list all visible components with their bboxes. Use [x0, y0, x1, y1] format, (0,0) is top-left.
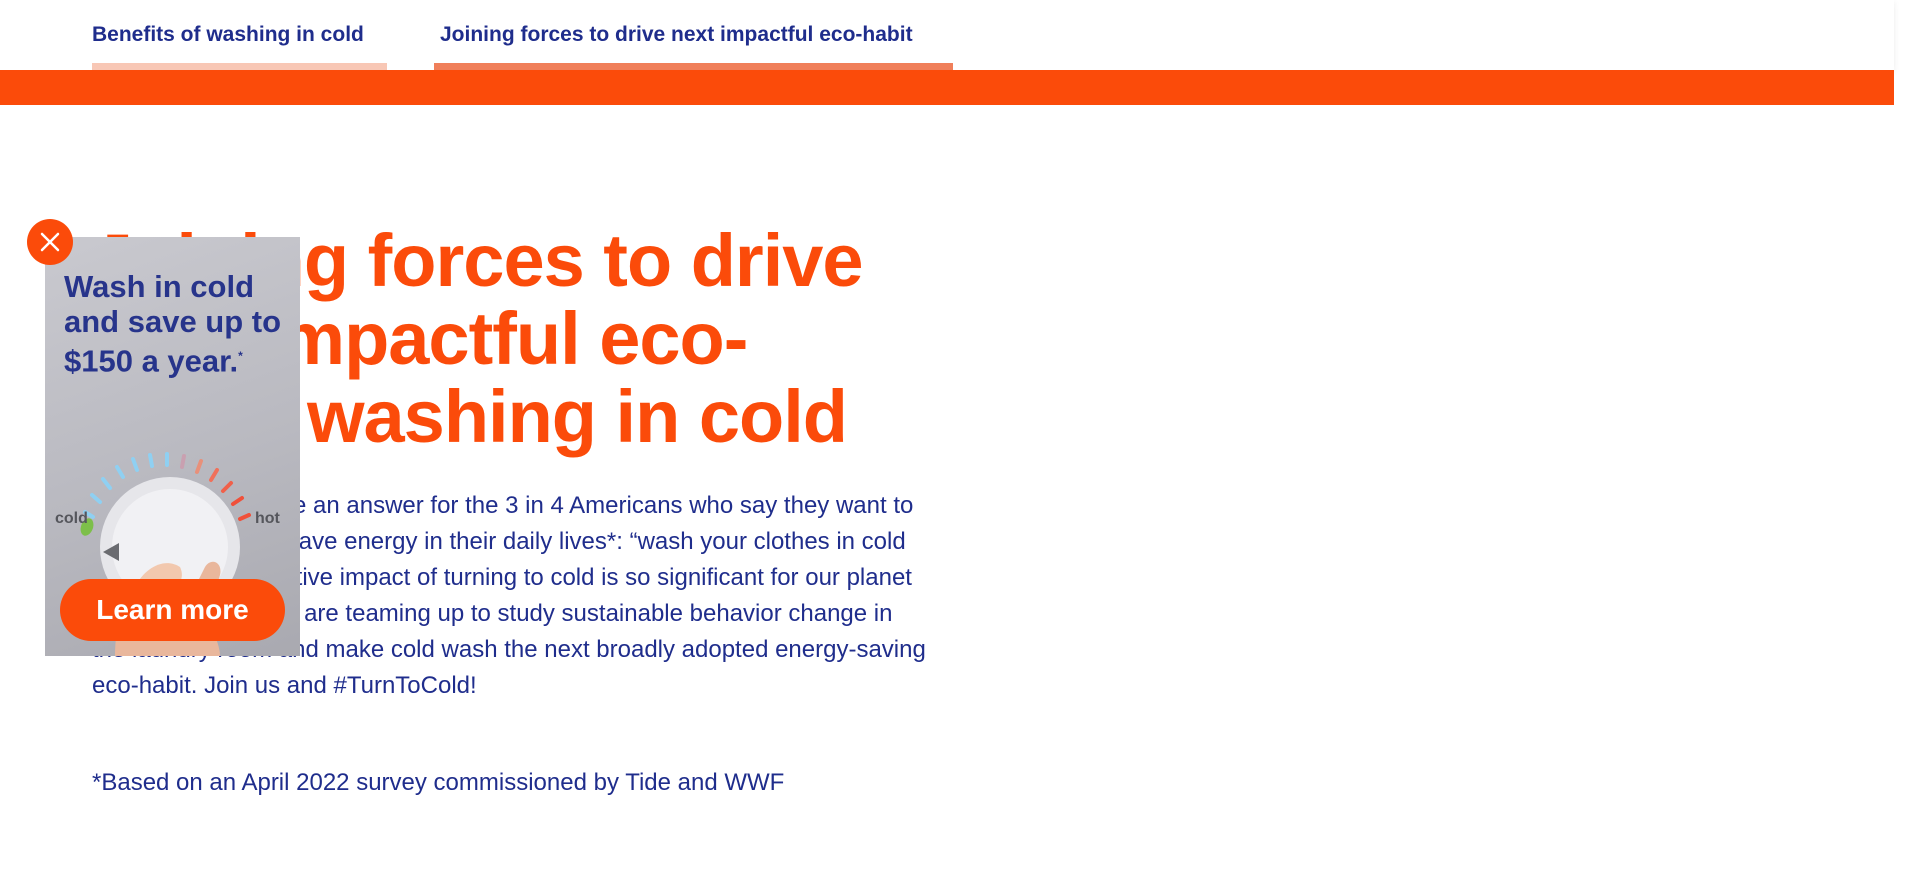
tab-indicator	[92, 63, 387, 70]
close-popup-button[interactable]	[27, 219, 73, 265]
learn-more-button[interactable]: Learn more	[60, 579, 285, 641]
popup-title-footnote-mark: *	[238, 349, 243, 363]
dial-cold-label: cold	[55, 510, 88, 527]
survey-footnote: *Based on an April 2022 survey commissio…	[92, 769, 785, 796]
section-nav: Benefits of washing in cold Joining forc…	[0, 0, 1894, 70]
tab-indicator-active	[434, 63, 953, 70]
dial-hot-label: hot	[255, 510, 280, 527]
tab-benefits-of-washing-in-cold[interactable]: Benefits of washing in cold	[92, 0, 387, 70]
tab-joining-forces[interactable]: Joining forces to drive next impactful e…	[434, 0, 953, 70]
promo-popup[interactable]: Wash in cold and save up to $150 a year.…	[45, 237, 300, 656]
orange-banner	[0, 70, 1894, 105]
popup-title: Wash in cold and save up to $150 a year.…	[64, 269, 282, 379]
tab-label: Benefits of washing in cold	[92, 23, 364, 46]
tab-label: Joining forces to drive next impactful e…	[440, 23, 913, 46]
close-icon	[40, 232, 60, 252]
